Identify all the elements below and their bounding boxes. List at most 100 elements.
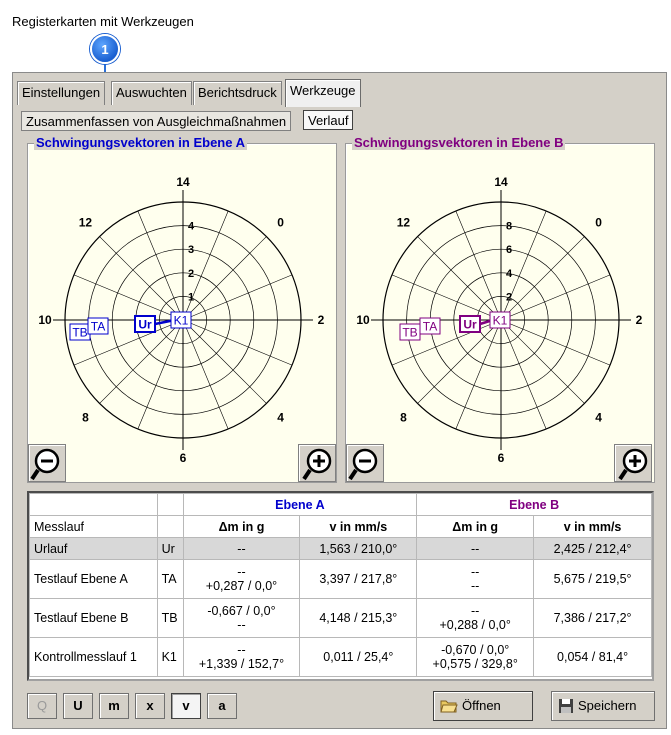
angle-label: 0 xyxy=(595,215,602,229)
zoom-out-icon xyxy=(30,448,60,481)
polar-spoke xyxy=(500,319,585,404)
polar-spoke xyxy=(455,319,502,430)
run-name: Testlauf Ebene A xyxy=(29,559,158,599)
polar-spoke xyxy=(182,319,293,366)
dm-a-line1: -- xyxy=(237,643,246,657)
dm-b-line1: -0,670 / 0,0° xyxy=(441,643,510,657)
vector-marker-label: K1 xyxy=(493,314,508,328)
angle-label: 8 xyxy=(400,411,407,425)
angle-label: 2 xyxy=(636,313,643,327)
polar-plot-b: 14 0 2 4 6 8 10 12 8 6 4 2 TB TA Ur K1 xyxy=(356,175,643,465)
subtab-zusammenfassen[interactable]: Zusammenfassen von Ausgleichmaßnahmen xyxy=(21,111,292,131)
run-code: TB xyxy=(156,598,184,638)
header-v-b: v in mm/s xyxy=(533,515,652,538)
dm-a-line2: +1,339 / 152,7° xyxy=(198,657,285,671)
dm-b-line1: -- xyxy=(471,565,480,579)
polar-spoke xyxy=(182,274,293,321)
dm-b-line1: -- xyxy=(471,604,480,618)
v-b: 7,386 / 217,2° xyxy=(533,598,652,638)
radial-label: 3 xyxy=(188,244,194,256)
header-v-a: v in mm/s xyxy=(299,515,418,538)
run-name: Urlauf xyxy=(29,537,158,560)
polar-spoke xyxy=(417,236,502,321)
dm-b-line2: +0,288 / 0,0° xyxy=(439,618,511,632)
polar-spoke xyxy=(500,319,547,430)
header-ebene-a: Ebene A xyxy=(182,493,418,516)
vector-marker-label: Ur xyxy=(138,318,152,332)
polar-plot-a: 14 0 2 4 6 8 10 12 4 3 2 1 TB TA Ur K1 xyxy=(38,175,325,465)
toolbar-v-button[interactable]: v xyxy=(171,693,201,719)
save-button[interactable]: Speichern xyxy=(551,691,655,721)
open-button[interactable]: Öffnen xyxy=(433,691,533,721)
table-row[interactable]: Testlauf Ebene B TB -0,667 / 0,0° -- 4,14… xyxy=(29,598,652,638)
header-messlauf: Messlauf xyxy=(29,515,158,538)
header-empty xyxy=(156,493,184,516)
vector-marker-label: TA xyxy=(423,320,437,334)
v-a: 4,148 / 215,3° xyxy=(299,598,418,638)
dm-a: -0,667 / 0,0° -- xyxy=(182,598,301,638)
run-code: K1 xyxy=(156,637,184,677)
table-row[interactable]: Kontrollmesslauf 1 K1 -- +1,339 / 152,7° … xyxy=(29,637,652,677)
header-dm-b: Δm in g xyxy=(416,515,535,538)
header-empty xyxy=(29,493,158,516)
toolbar-u-button[interactable]: U xyxy=(63,693,93,719)
polar-spoke xyxy=(99,236,184,321)
tab-berichtsdruck[interactable]: Berichtsdruck xyxy=(193,81,282,105)
dm-a-line2: +0,287 / 0,0° xyxy=(205,579,278,593)
dm-a-line1: -- xyxy=(237,565,246,579)
polar-spoke xyxy=(391,274,502,321)
angle-label: 12 xyxy=(79,215,93,229)
header-dm-a: Δm in g xyxy=(182,515,301,538)
zoom-in-button-a[interactable] xyxy=(298,444,336,482)
panel-b-title: Schwingungsvektoren in Ebene B xyxy=(352,135,566,150)
open-label: Öffnen xyxy=(462,698,501,713)
toolbar-q-button[interactable]: Q xyxy=(27,693,57,719)
polar-spoke xyxy=(500,236,585,321)
run-name: Testlauf Ebene B xyxy=(29,598,158,638)
dm-b: -- +0,288 / 0,0° xyxy=(416,598,535,638)
radial-label: 6 xyxy=(506,244,512,256)
toolbar-x-button[interactable]: x xyxy=(135,693,165,719)
table-row[interactable]: Testlauf Ebene A TA -- +0,287 / 0,0° 3,39… xyxy=(29,559,652,599)
vector-marker-label: Ur xyxy=(463,318,477,332)
v-a: 3,397 / 217,8° xyxy=(299,559,418,599)
zoom-in-button-b[interactable] xyxy=(614,444,652,482)
run-code: Ur xyxy=(156,537,184,560)
v-b: 0,054 / 81,4° xyxy=(533,637,652,677)
zoom-out-button-b[interactable] xyxy=(346,444,384,482)
subtab-verlauf[interactable]: Verlauf xyxy=(303,110,354,130)
save-label: Speichern xyxy=(578,698,637,713)
application-window: Einstellungen Auswuchten Berichtsdruck W… xyxy=(12,72,667,729)
table-row[interactable]: Urlauf Ur -- 1,563 / 210,0° -- 2,425 / 2… xyxy=(29,537,652,560)
angle-label: 10 xyxy=(38,313,52,327)
angle-label: 10 xyxy=(356,313,370,327)
results-table: Ebene A Ebene B Messlauf Δm in g v in mm… xyxy=(29,493,652,677)
angle-label: 0 xyxy=(277,215,284,229)
angle-label: 14 xyxy=(176,175,190,189)
polar-spoke xyxy=(73,274,184,321)
polar-spoke xyxy=(455,210,502,321)
tab-auswuchten[interactable]: Auswuchten xyxy=(111,81,192,105)
dm-a: -- +1,339 / 152,7° xyxy=(182,637,301,677)
angle-label: 2 xyxy=(318,313,325,327)
radial-label: 8 xyxy=(506,221,512,233)
dm-a: -- xyxy=(182,537,301,560)
dm-a-line1: -0,667 / 0,0° xyxy=(207,604,276,618)
toolbar-a-button[interactable]: a xyxy=(207,693,237,719)
angle-label: 4 xyxy=(595,411,602,425)
polar-panel-ebene-a: Schwingungsvektoren in Ebene A 14 0 2 4 6 8 10… xyxy=(27,135,337,483)
angle-label: 4 xyxy=(277,411,284,425)
radial-label: 1 xyxy=(188,291,194,303)
vector-marker-label: TB xyxy=(402,326,417,340)
tab-werkzeuge[interactable]: Werkzeuge xyxy=(285,79,361,107)
results-table-box: Ebene A Ebene B Messlauf Δm in g v in mm… xyxy=(27,491,654,681)
dm-a-line2: -- xyxy=(237,618,246,632)
tab-einstellungen[interactable]: Einstellungen xyxy=(17,81,106,105)
toolbar-m-button[interactable]: m xyxy=(99,693,129,719)
zoom-out-button-a[interactable] xyxy=(28,444,66,482)
polar-panel-ebene-b: Schwingungsvektoren in Ebene B 14 0 2 4 6 8 10… xyxy=(345,135,655,483)
zoom-out-icon xyxy=(348,448,378,481)
dm-b-line2: -- xyxy=(471,579,480,593)
callout-marker: 1 xyxy=(90,34,120,64)
polar-spoke xyxy=(500,319,611,366)
